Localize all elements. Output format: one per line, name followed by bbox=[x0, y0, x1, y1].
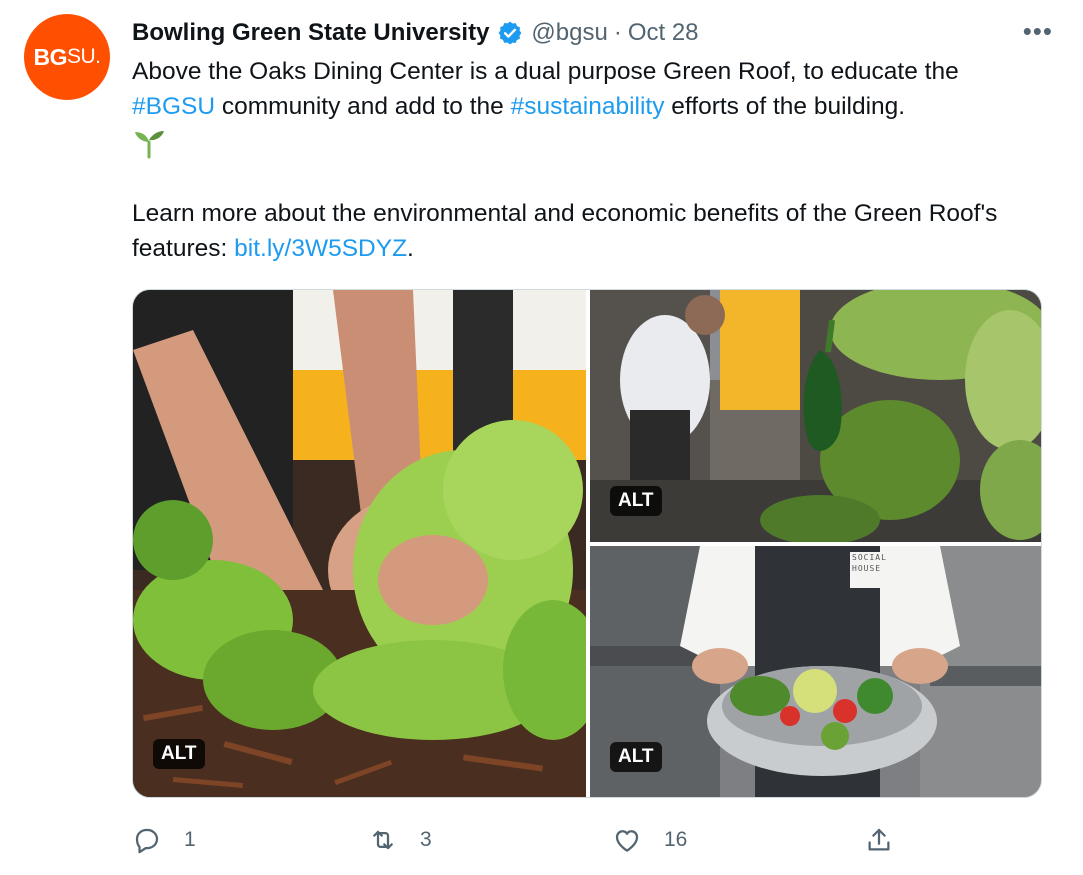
shortlink[interactable]: bit.ly/3W5SDYZ bbox=[234, 235, 407, 262]
alt-badge[interactable]: ALT bbox=[610, 486, 662, 516]
apron-logo-text: SOCIAL HOUSE bbox=[852, 553, 887, 573]
heart-icon bbox=[615, 830, 639, 852]
display-name[interactable]: Bowling Green State University bbox=[132, 19, 489, 47]
avatar-text-light: SU. bbox=[66, 45, 101, 68]
photo-pepper-plant[interactable]: ALT bbox=[590, 290, 1041, 542]
alt-badge[interactable]: ALT bbox=[153, 739, 205, 769]
photo-lettuce-harvest[interactable]: ALT bbox=[133, 290, 586, 797]
tweet-line-2: #BGSU community and add to the #sustaina… bbox=[132, 89, 1057, 124]
tweet-text-mid: community and add to the bbox=[215, 93, 511, 120]
like-count: 16 bbox=[664, 828, 688, 851]
reply-count: 1 bbox=[184, 828, 196, 851]
lettuce-photo-image bbox=[133, 290, 586, 797]
tweet-para2-end: . bbox=[407, 235, 414, 262]
more-options-icon[interactable]: ••• bbox=[1023, 16, 1053, 46]
tweet-paragraph-2: Learn more about the environmental and e… bbox=[132, 196, 1057, 266]
share-icon bbox=[868, 828, 890, 851]
retweet-count: 3 bbox=[420, 828, 432, 851]
alt-badge[interactable]: ALT bbox=[610, 742, 662, 772]
seedling-emoji-icon bbox=[135, 131, 164, 159]
reply-button[interactable]: 1 bbox=[132, 820, 196, 860]
tweet-header: Bowling Green State University @bgsu · O… bbox=[132, 16, 1059, 50]
avatar-text-bold: BG bbox=[33, 43, 67, 70]
tweet-line-1: Above the Oaks Dining Center is a dual p… bbox=[132, 58, 959, 85]
tweet-text-end: efforts of the building. bbox=[664, 93, 906, 120]
photo-chef-vegetables[interactable]: SOCIAL HOUSE ALT bbox=[590, 546, 1041, 797]
retweet-button[interactable]: 3 bbox=[368, 820, 432, 860]
hashtag-bgsu[interactable]: #BGSU bbox=[132, 93, 215, 120]
reply-icon bbox=[135, 828, 159, 854]
avatar[interactable]: BG SU. bbox=[24, 14, 110, 100]
media-grid: ALT ALT SOCIAL HOUSE ALT bbox=[132, 289, 1042, 798]
share-button[interactable] bbox=[864, 820, 894, 860]
action-bar: 1 3 16 bbox=[132, 820, 912, 860]
separator-dot: · bbox=[613, 19, 622, 46]
retweet-icon bbox=[373, 830, 393, 850]
hashtag-sustainability[interactable]: #sustainability bbox=[511, 93, 665, 120]
like-button[interactable]: 16 bbox=[612, 820, 687, 860]
verified-badge-icon bbox=[499, 21, 522, 45]
tweet-date[interactable]: Oct 28 bbox=[628, 19, 699, 47]
handle[interactable]: @bgsu bbox=[531, 19, 607, 47]
tweet-text: Above the Oaks Dining Center is a dual p… bbox=[132, 54, 1057, 266]
